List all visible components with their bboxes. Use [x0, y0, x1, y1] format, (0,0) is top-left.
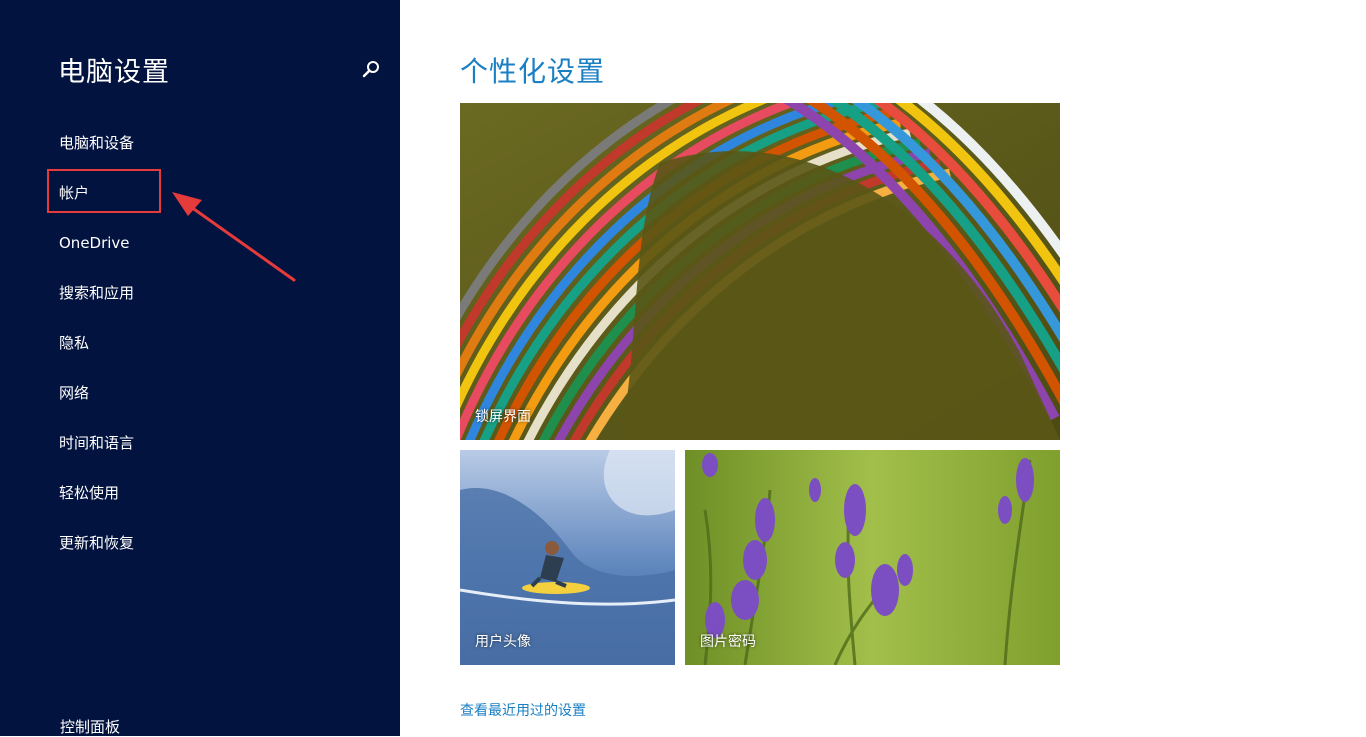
account-picture-label: 用户头像	[475, 634, 531, 650]
nav-item-time-and-language[interactable]: 时间和语言	[0, 418, 400, 468]
main-content: 个性化设置 锁屏界面 用户头像 图片密码 查看最近用过的设置	[400, 0, 1366, 736]
settings-nav: 电脑和设备 帐户 OneDrive 搜索和应用 隐私 网络 时间和语言 轻松使用…	[0, 118, 400, 568]
recent-settings-link[interactable]: 查看最近用过的设置	[460, 700, 586, 720]
page-title: 个性化设置	[460, 55, 606, 88]
nav-item-network[interactable]: 网络	[0, 368, 400, 418]
nav-item-update-and-recovery[interactable]: 更新和恢复	[0, 518, 400, 568]
nav-item-search-and-apps[interactable]: 搜索和应用	[0, 268, 400, 318]
control-panel-link[interactable]: 控制面板	[60, 716, 120, 737]
lock-screen-label: 锁屏界面	[475, 409, 531, 425]
nav-item-onedrive[interactable]: OneDrive	[0, 218, 400, 268]
lock-screen-image	[460, 103, 1060, 440]
sidebar-title: 电脑设置	[58, 57, 170, 88]
nav-item-ease-of-access[interactable]: 轻松使用	[0, 468, 400, 518]
search-icon[interactable]	[360, 58, 382, 80]
lock-screen-tile[interactable]: 锁屏界面	[460, 103, 1060, 440]
picture-password-label: 图片密码	[700, 634, 756, 650]
nav-item-privacy[interactable]: 隐私	[0, 318, 400, 368]
sidebar: 电脑设置 电脑和设备 帐户 OneDrive 搜索和应用 隐私 网络 时间和语言…	[0, 0, 400, 736]
nav-item-accounts[interactable]: 帐户	[0, 168, 400, 218]
nav-item-pc-and-devices[interactable]: 电脑和设备	[0, 118, 400, 168]
picture-password-tile[interactable]: 图片密码	[685, 450, 1060, 665]
account-picture-tile[interactable]: 用户头像	[460, 450, 675, 665]
